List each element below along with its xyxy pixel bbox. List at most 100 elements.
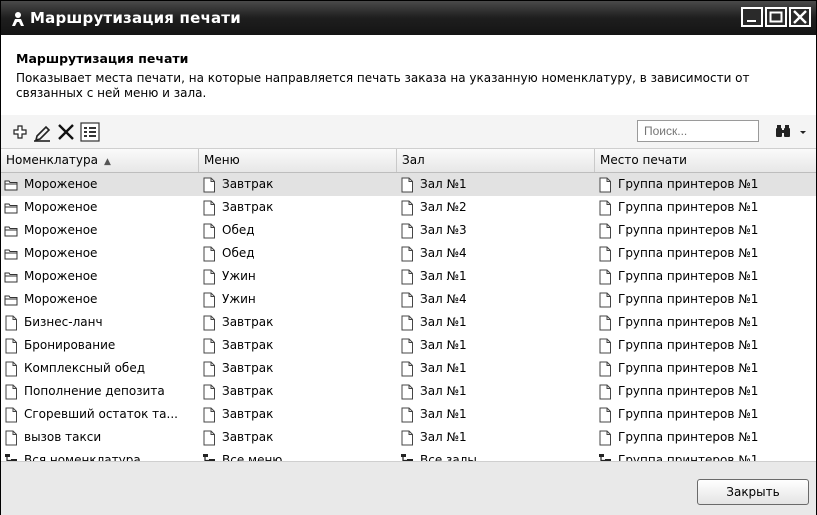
document-icon xyxy=(599,269,611,285)
table-row[interactable]: Мороженое Завтрак Зал №2 Группа принтеров №… xyxy=(1,196,816,219)
table-row[interactable]: Мороженое Обед Зал №4 Группа принтеров №1 xyxy=(1,242,816,265)
document-icon xyxy=(203,200,215,216)
table-row[interactable]: Комплексный обед Завтрак Зал №1 Группа прин… xyxy=(1,357,816,380)
maximize-icon xyxy=(769,11,783,23)
cell-place: Группа принтеров №1 xyxy=(618,361,759,375)
column-header-label: Зал xyxy=(402,153,425,167)
edit-button[interactable] xyxy=(31,121,53,143)
document-icon xyxy=(401,246,413,262)
document-icon xyxy=(401,200,413,216)
toolbar xyxy=(1,115,816,149)
column-header-label: Меню xyxy=(204,153,240,167)
document-icon xyxy=(203,338,215,354)
folder-icon xyxy=(4,295,18,306)
table-row[interactable]: вызов такси Завтрак Зал №1 Группа принтеров… xyxy=(1,426,816,449)
plus-icon xyxy=(13,125,27,139)
document-icon xyxy=(5,407,17,423)
minimize-button[interactable] xyxy=(741,7,763,27)
cell-place: Группа принтеров №1 xyxy=(618,223,759,237)
table-row[interactable]: Мороженое Обед Зал №3 Группа принтеров №1 xyxy=(1,219,816,242)
cell-hall: Зал №1 xyxy=(420,269,467,283)
close-window-button[interactable] xyxy=(789,7,811,27)
document-icon xyxy=(401,384,413,400)
close-button[interactable]: Закрыть xyxy=(697,479,809,505)
dialog-description: Показывает места печати, на которые напр… xyxy=(16,71,750,100)
document-icon xyxy=(203,292,215,308)
cell-nomenclature: Мороженое xyxy=(24,269,98,283)
search-button[interactable] xyxy=(773,123,809,141)
cell-hall: Зал №1 xyxy=(420,384,467,398)
table-row[interactable]: Пополнение депозита Завтрак Зал №1 Группа п… xyxy=(1,380,816,403)
document-icon xyxy=(203,269,215,285)
cell-menu: Обед xyxy=(222,246,255,260)
cell-hall: Зал №1 xyxy=(420,361,467,375)
table-row[interactable]: Мороженое Завтрак Зал №1 Группа принтеров №… xyxy=(1,173,816,196)
cell-place: Группа принтеров №1 xyxy=(618,384,759,398)
cell-nomenclature: Бронирование xyxy=(24,338,116,352)
column-header-nomenclature[interactable]: Номенклатура ▲ xyxy=(1,149,199,172)
cell-place: Группа принтеров №1 xyxy=(618,430,759,444)
cell-hall: Зал №4 xyxy=(420,292,467,306)
cell-nomenclature: Мороженое xyxy=(24,177,98,191)
cell-menu: Завтрак xyxy=(222,407,274,421)
cell-place: Группа принтеров №1 xyxy=(618,407,759,421)
table-row[interactable]: Бизнес-ланч Завтрак Зал №1 Группа принтеров… xyxy=(1,311,816,334)
cell-hall: Зал №4 xyxy=(420,246,467,260)
document-icon xyxy=(599,292,611,308)
document-icon xyxy=(599,361,611,377)
document-icon xyxy=(401,315,413,331)
search-input[interactable] xyxy=(637,120,759,142)
table-row[interactable]: Сгоревший остаток та... Завтрак Зал №1 Груп… xyxy=(1,403,816,426)
cell-menu: Обед xyxy=(222,223,255,237)
column-header-label: Место печати xyxy=(600,153,687,167)
title-bar[interactable]: Маршрутизация печати xyxy=(1,1,816,35)
maximize-button[interactable] xyxy=(765,7,787,27)
document-icon xyxy=(203,223,215,239)
document-icon xyxy=(599,223,611,239)
folder-icon xyxy=(4,272,18,283)
document-icon xyxy=(203,177,215,193)
cell-nomenclature: Мороженое xyxy=(24,292,98,306)
dropdown-arrow-icon xyxy=(800,131,806,134)
cell-menu: Завтрак xyxy=(222,384,274,398)
cell-place: Группа принтеров №1 xyxy=(618,315,759,329)
cell-nomenclature: Мороженое xyxy=(24,246,98,260)
add-button[interactable] xyxy=(9,121,31,143)
document-icon xyxy=(203,384,215,400)
cell-hall: Зал №3 xyxy=(420,223,467,237)
document-icon xyxy=(599,338,611,354)
document-icon xyxy=(401,177,413,193)
document-icon xyxy=(599,200,611,216)
document-icon xyxy=(599,407,611,423)
column-header-print-place[interactable]: Место печати xyxy=(595,149,816,172)
document-icon xyxy=(401,338,413,354)
document-icon xyxy=(401,292,413,308)
cell-nomenclature: Комплексный обед xyxy=(24,361,146,375)
cell-nomenclature: Пополнение депозита xyxy=(24,384,165,398)
cell-menu: Завтрак xyxy=(222,430,274,444)
cell-nomenclature: Мороженое xyxy=(24,200,98,214)
cell-nomenclature: Мороженое xyxy=(24,223,98,237)
table-row[interactable]: Бронирование Завтрак Зал №1 Группа принтеро… xyxy=(1,334,816,357)
table-row[interactable]: Мороженое Ужин Зал №4 Группа принтеров №1 xyxy=(1,288,816,311)
cell-menu: Ужин xyxy=(222,269,256,283)
delete-button[interactable] xyxy=(55,121,77,143)
dialog-footer: Закрыть xyxy=(1,461,816,515)
column-header-hall[interactable]: Зал xyxy=(397,149,595,172)
document-icon xyxy=(5,430,17,446)
document-icon xyxy=(401,361,413,377)
cell-place: Группа принтеров №1 xyxy=(618,269,759,283)
cell-menu: Завтрак xyxy=(222,200,274,214)
columns-button[interactable] xyxy=(79,121,101,143)
close-icon xyxy=(793,10,807,24)
print-routing-window: Маршрутизация печати Маршрутизация печат… xyxy=(0,0,817,515)
cell-place: Группа принтеров №1 xyxy=(618,338,759,352)
cell-menu: Завтрак xyxy=(222,338,274,352)
table-row[interactable]: Мороженое Ужин Зал №1 Группа принтеров №1 xyxy=(1,265,816,288)
cell-hall: Зал №1 xyxy=(420,430,467,444)
column-header-label: Номенклатура xyxy=(6,153,98,167)
list-icon xyxy=(80,122,100,142)
routing-table[interactable]: Номенклатура ▲ Меню Зал Место печати Моро… xyxy=(1,149,816,469)
folder-icon xyxy=(4,180,18,191)
column-header-menu[interactable]: Меню xyxy=(199,149,397,172)
